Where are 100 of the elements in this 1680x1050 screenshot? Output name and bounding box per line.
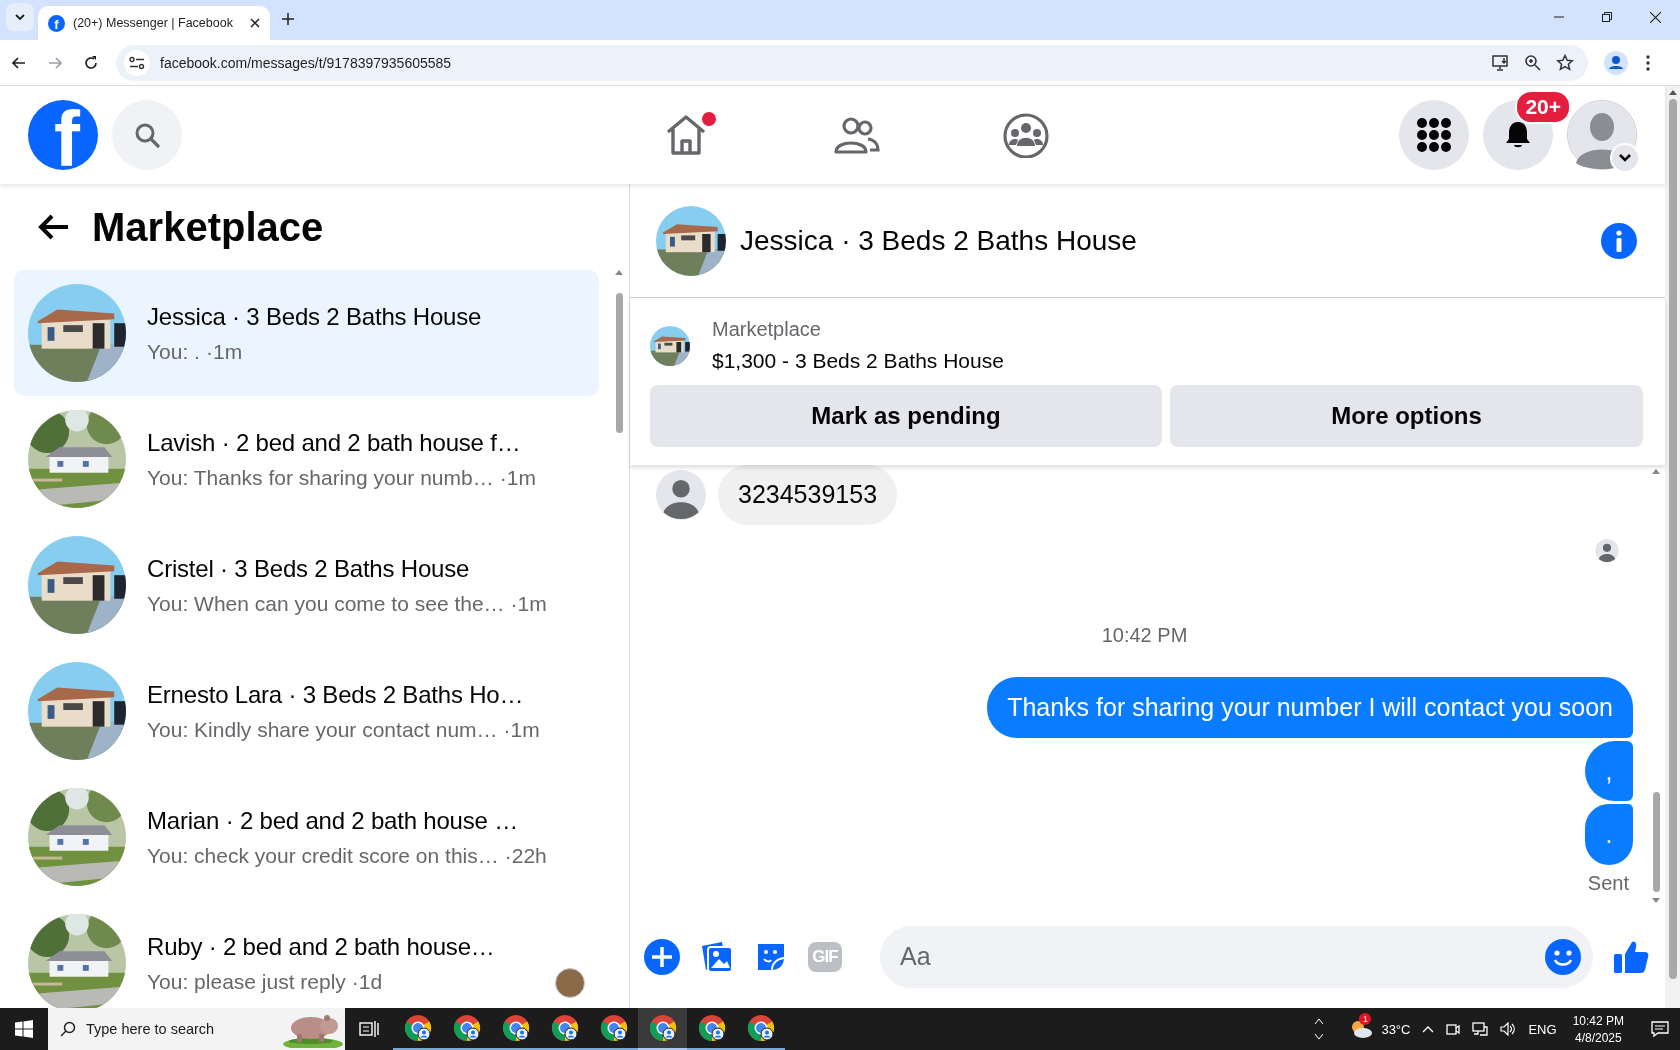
- browser-icon: [648, 1014, 677, 1042]
- plus-icon[interactable]: [644, 938, 680, 975]
- meet-icon[interactable]: [1446, 1022, 1461, 1036]
- listing-label: Marketplace: [712, 318, 822, 341]
- seen-avatar-icon: [1595, 539, 1619, 563]
- mark-pending-button[interactable]: Mark as pending: [650, 385, 1162, 447]
- browser-icon: [697, 1014, 726, 1042]
- close-icon[interactable]: [250, 18, 260, 28]
- profile-icon[interactable]: [1604, 50, 1628, 75]
- scrollbar-thumb[interactable]: [615, 293, 623, 433]
- browser-icon: [599, 1014, 628, 1042]
- speaker-icon[interactable]: [1500, 1022, 1517, 1036]
- taskbar-search-field[interactable]: Type here to search: [48, 1008, 345, 1050]
- browser-tab[interactable]: f (20+) Messenger | Facebook: [38, 6, 270, 40]
- message-time: ·1m: [510, 591, 547, 616]
- conversation-item[interactable]: Jessica · 3 Beds 2 Baths House You: . ·1m: [14, 270, 599, 396]
- task-view-icon[interactable]: [359, 1020, 379, 1038]
- scrollbar[interactable]: [1665, 86, 1680, 1008]
- conversation-name: Lavish · 2 bed and 2 bath house f…: [147, 428, 522, 457]
- browser-icon: [452, 1014, 481, 1042]
- conversation-name: Ernesto Lara · 3 Beds 2 Baths Ho…: [147, 680, 525, 709]
- conversation-name: Ruby · 2 bed and 2 bath house…: [147, 932, 495, 961]
- zoom-icon[interactable]: [1524, 53, 1542, 72]
- message-bubble: ,: [1585, 740, 1633, 802]
- reload-icon: [83, 54, 99, 71]
- browser-icon: [550, 1014, 579, 1042]
- info-icon[interactable]: [1601, 222, 1637, 259]
- install-icon[interactable]: [1492, 53, 1510, 72]
- chat-title: Jessica · 3 Beds 2 Baths House: [740, 224, 1138, 257]
- clock[interactable]: 10:42 PM 4/8/2025: [1572, 1013, 1624, 1045]
- message-preview: You: please just reply: [147, 969, 346, 994]
- arrow-icon: [47, 54, 63, 71]
- tab-search-button[interactable]: [6, 3, 34, 31]
- message-preview: You: Kindly share your contact num…: [147, 717, 498, 742]
- message-time: ·1m: [205, 339, 243, 364]
- site-settings-icon[interactable]: [129, 55, 145, 70]
- browser-icon: [501, 1014, 530, 1042]
- scrollbar-thumb[interactable]: [1668, 99, 1677, 979]
- message-bubble: 3234539153: [718, 465, 898, 525]
- clock-time: 10:42 PM: [1572, 1013, 1624, 1028]
- more-options-button[interactable]: More options: [1170, 385, 1643, 447]
- conversation-item[interactable]: Marian · 2 bed and 2 bath house … You: check your credit score on this… ·22h: [14, 774, 599, 900]
- message-bubble: .: [1585, 804, 1633, 865]
- conversation-item[interactable]: Ernesto Lara · 3 Beds 2 Baths Ho… You: Kindly share your contact num… ·1m: [14, 648, 599, 774]
- back-arrow-icon[interactable]: [38, 214, 70, 240]
- message-time: ·1d: [351, 969, 383, 994]
- url-text: facebook.com/messages/t/9178397935605585: [160, 54, 453, 71]
- emoji-icon[interactable]: [1545, 938, 1581, 975]
- clock-date: 4/8/2025: [1574, 1030, 1622, 1045]
- message-preview: You: When can you come to see the…: [147, 591, 505, 616]
- plus-icon[interactable]: [282, 13, 294, 25]
- listing-title[interactable]: $1,300 - 3 Beds 2 Baths House: [712, 349, 1004, 373]
- notification-icon[interactable]: [1651, 1021, 1669, 1037]
- scroll-up-icon: [1652, 469, 1660, 474]
- message-time: ·1m: [499, 465, 536, 490]
- notification-dot: [702, 112, 716, 126]
- address-bar[interactable]: facebook.com/messages/t/9178397935605585: [116, 44, 1588, 81]
- message-bubble: Thanks for sharing your number I will contact you soon: [987, 677, 1633, 738]
- message-status: Sent: [1587, 872, 1629, 895]
- chevron-down-icon: [1315, 1034, 1324, 1039]
- group-icon: [1002, 112, 1050, 158]
- conversation-name: Cristel · 3 Beds 2 Baths House: [147, 554, 471, 583]
- chevron-up-icon: [1315, 1019, 1324, 1024]
- language-indicator[interactable]: ENG: [1528, 1021, 1557, 1037]
- taskbar-scroll-control[interactable]: [1315, 1019, 1324, 1039]
- taskbar-app-button[interactable]: [638, 1008, 687, 1050]
- message-preview: You: .: [147, 339, 200, 364]
- message-preview: You: Thanks for sharing your numb…: [147, 465, 494, 490]
- arrow-icon: [11, 54, 27, 71]
- favicon-icon: f: [48, 14, 65, 32]
- message-time: ·1m: [503, 717, 540, 742]
- network-icon[interactable]: [1472, 1022, 1489, 1036]
- chevron-down-icon: [14, 11, 26, 23]
- scroll-up-icon: [1668, 90, 1677, 95]
- grid-icon: [1417, 118, 1451, 152]
- notification-badge: 20+: [1515, 90, 1571, 124]
- sidebar-title: Marketplace: [92, 204, 324, 250]
- message-time: ·22h: [504, 843, 547, 868]
- weather-badge: 1: [1359, 1013, 1372, 1025]
- logo-icon[interactable]: f: [28, 100, 98, 170]
- image-icon[interactable]: [700, 939, 734, 974]
- conversation-item[interactable]: Lavish · 2 bed and 2 bath house f… You: Thanks for sharing your numb… ·1m: [14, 396, 599, 522]
- profile-button[interactable]: [1567, 100, 1637, 170]
- star-icon[interactable]: [1556, 53, 1574, 72]
- search-icon: [60, 1021, 76, 1037]
- bell-icon: [1505, 121, 1531, 149]
- browser-icon: [403, 1014, 432, 1042]
- chevron-up-icon[interactable]: [1422, 1025, 1435, 1033]
- browser-icon: [746, 1014, 775, 1042]
- scroll-up-icon: [615, 270, 623, 275]
- message-field[interactable]: Aa: [880, 925, 1593, 988]
- windows-icon: [15, 1020, 33, 1038]
- scrollbar-thumb[interactable]: [1652, 792, 1660, 892]
- conversation-item[interactable]: Cristel · 3 Beds 2 Baths House You: When can you come to see the… ·1m: [14, 522, 599, 648]
- timestamp: 10:42 PM: [1101, 624, 1188, 648]
- tab-title: (20+) Messenger | Facebook: [73, 16, 234, 30]
- message-preview: You: check your credit score on this…: [147, 843, 499, 868]
- avatar-icon: [656, 470, 706, 520]
- more-icon[interactable]: [1646, 54, 1650, 71]
- conversation-name: Marian · 2 bed and 2 bath house …: [147, 806, 519, 835]
